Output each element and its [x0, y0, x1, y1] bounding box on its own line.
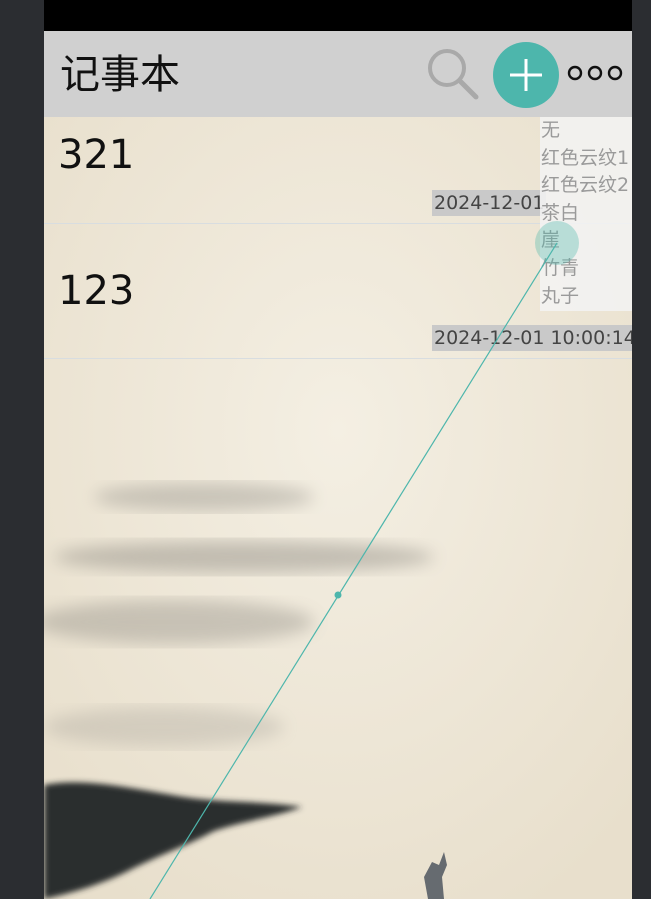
- menu-item-red-cloud-1[interactable]: 红色云纹1: [540, 145, 632, 173]
- more-dots-icon: [567, 65, 623, 81]
- note-title: 123: [58, 268, 135, 314]
- phone-screen: 记事本 321 2024-12-01 123 2024-12-01 10:00:…: [44, 0, 632, 899]
- menu-item-red-cloud-2[interactable]: 红色云纹2: [540, 172, 632, 200]
- status-bar: [44, 0, 632, 31]
- background-color-menu: 无 红色云纹1 红色云纹2 茶白 崖 竹青 丸子: [540, 117, 632, 311]
- app-bar: 记事本: [44, 31, 632, 117]
- note-title: 321: [58, 132, 135, 178]
- search-button[interactable]: [422, 43, 482, 103]
- menu-item-meatball[interactable]: 丸子: [540, 283, 632, 311]
- swipe-midpoint-dot: [334, 591, 342, 599]
- search-icon: [428, 49, 479, 100]
- add-note-button[interactable]: [493, 42, 559, 108]
- touch-indicator-icon: [535, 221, 579, 265]
- more-options-button[interactable]: [567, 62, 627, 84]
- note-date: 2024-12-01 10:00:14: [432, 325, 632, 351]
- window-right-edge: [632, 0, 651, 899]
- app-title: 记事本: [60, 52, 180, 98]
- note-date: 2024-12-01: [432, 190, 547, 216]
- window-left-edge: [0, 0, 44, 899]
- menu-item-none[interactable]: 无: [540, 117, 632, 145]
